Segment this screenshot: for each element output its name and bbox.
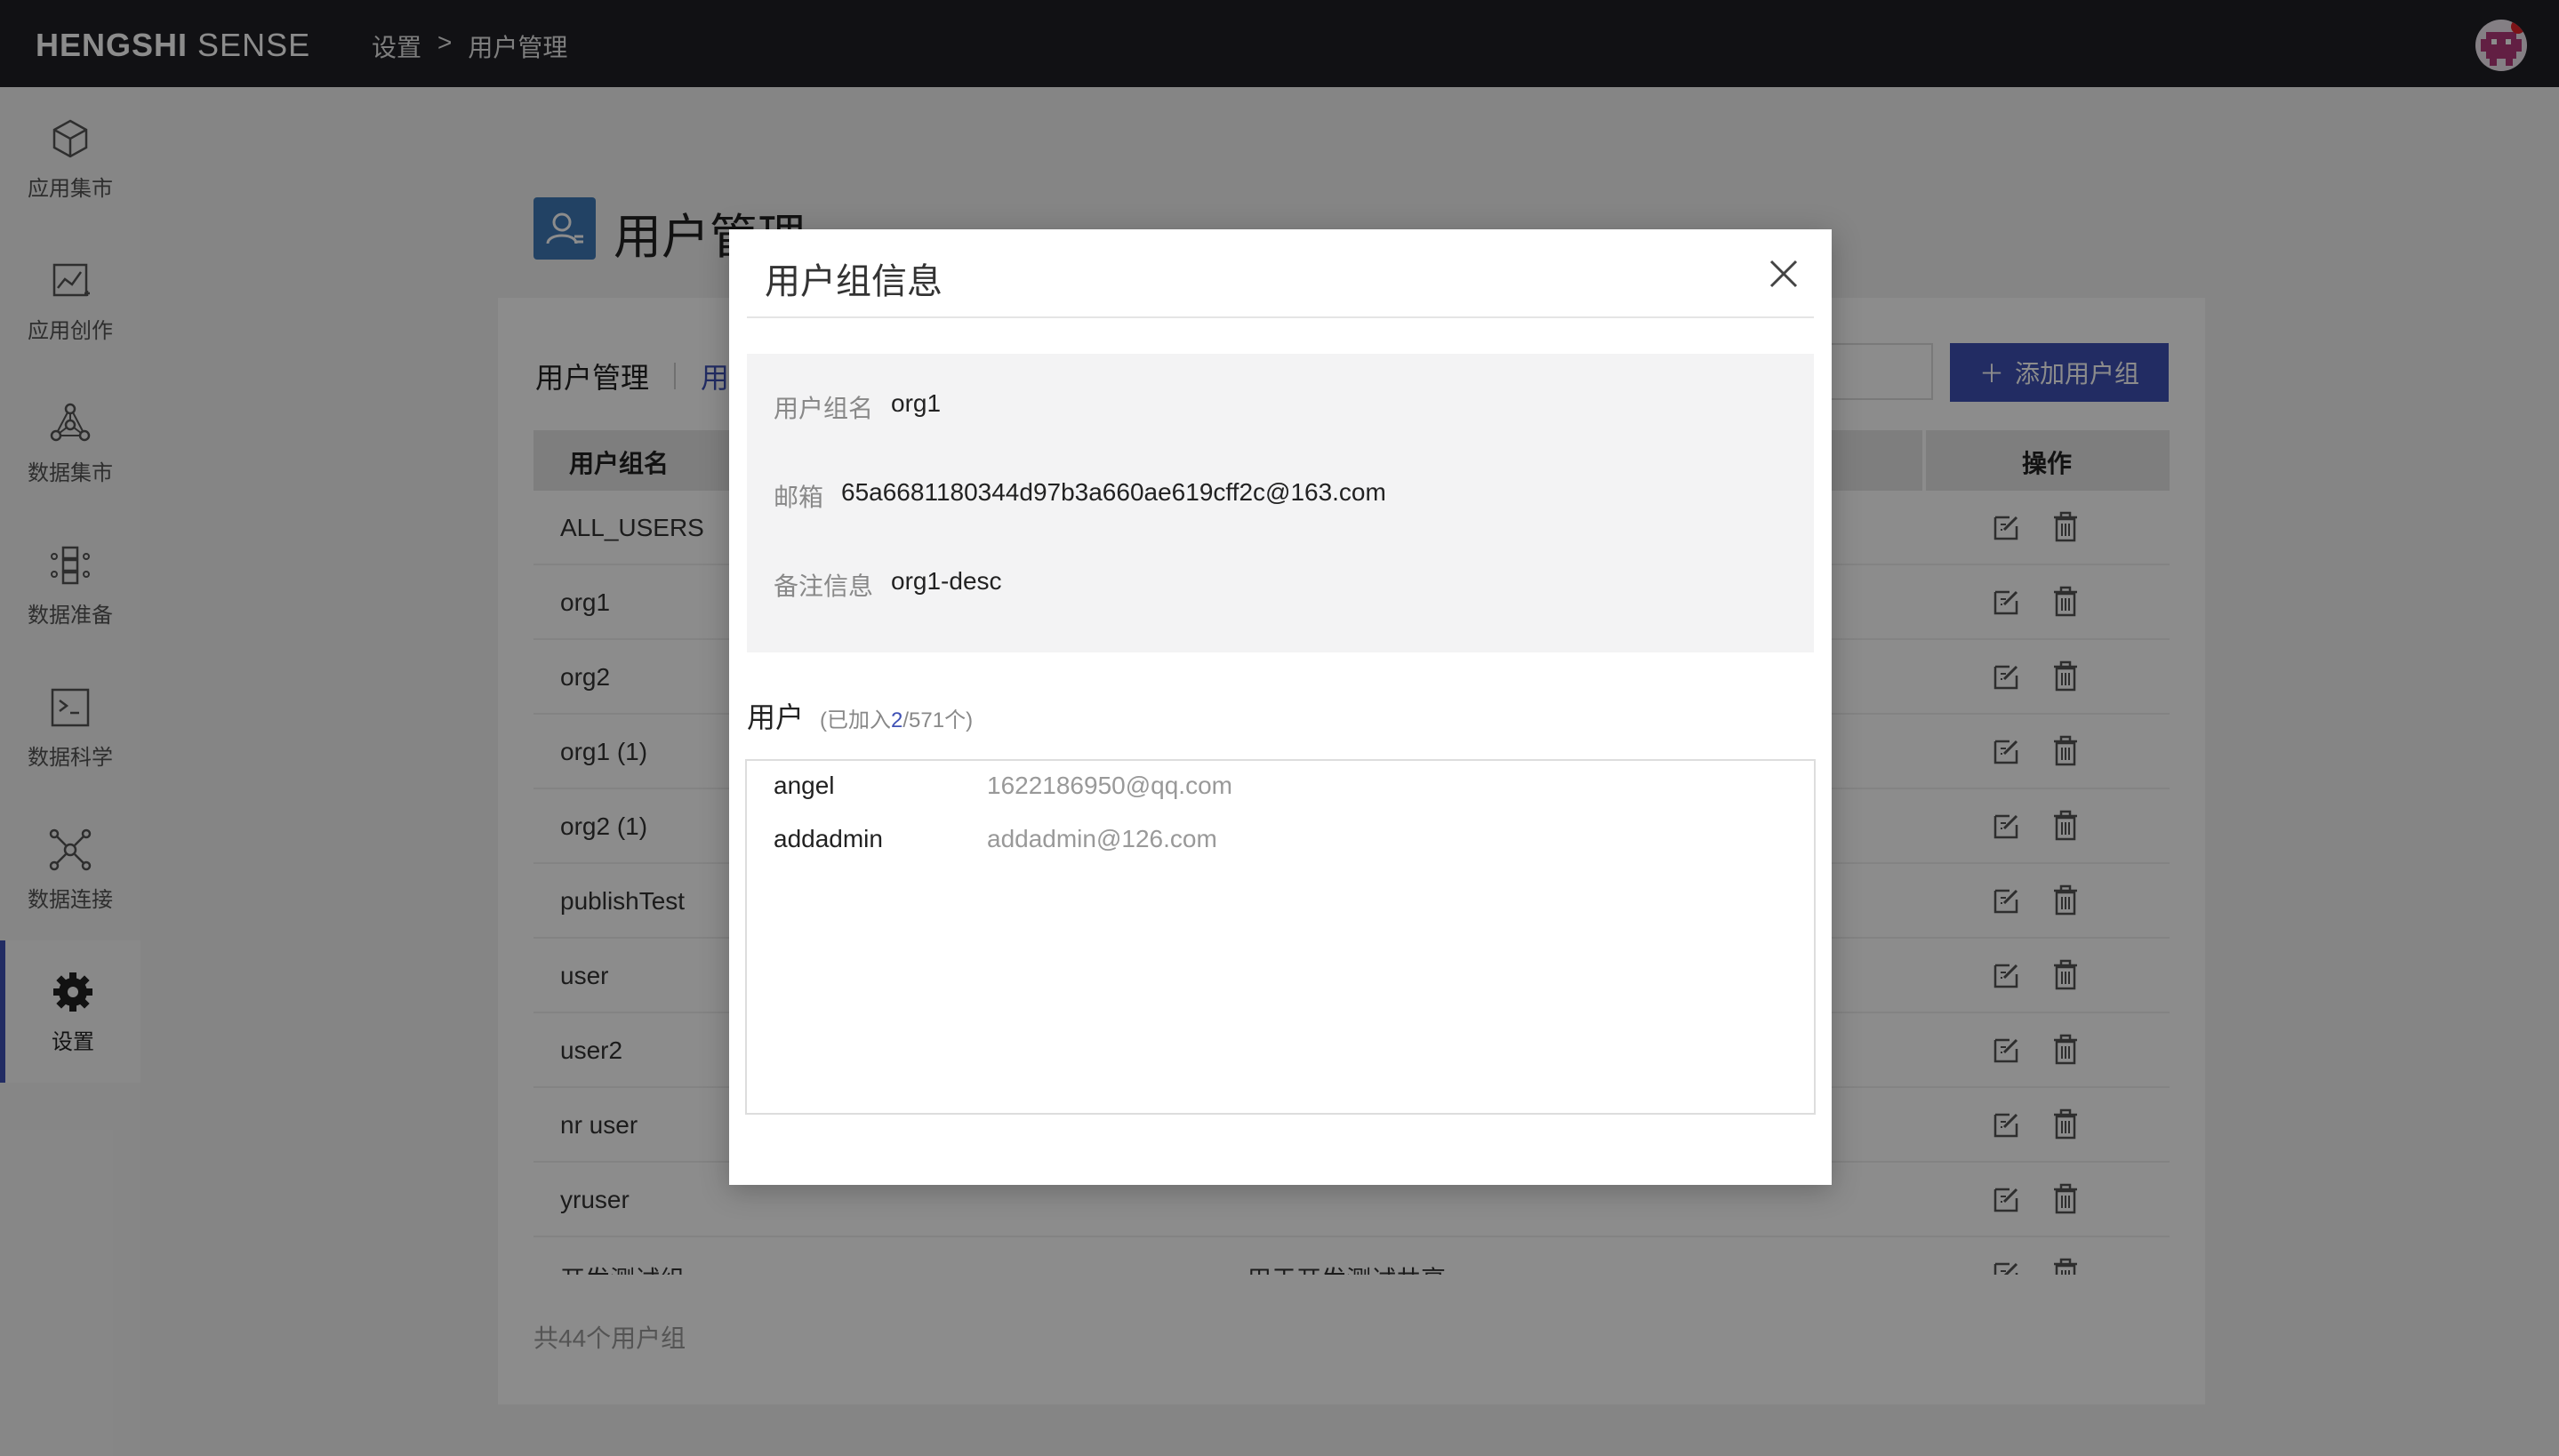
users-count: (已加入2/571个) (820, 708, 974, 732)
users-list[interactable]: angel 1622186950@qq.com addadmin addadmi… (745, 759, 1816, 1115)
users-section-title: 用户 (747, 701, 805, 733)
dialog-divider (747, 316, 1814, 318)
group-name-value: org1 (891, 389, 942, 417)
group-info-box: 用户组名 org1 邮箱 65a6681180344d97b3a660ae619… (747, 354, 1814, 652)
user-group-info-dialog: 用户组信息 用户组名 org1 邮箱 65a6681180344d97b3a66… (729, 229, 1832, 1185)
close-icon[interactable] (1764, 254, 1803, 293)
group-note-line: 备注信息 org1-desc (774, 567, 1002, 603)
group-name-line: 用户组名 org1 (774, 389, 941, 425)
users-section-header: 用户 (已加入2/571个) (747, 695, 973, 736)
group-note-label: 备注信息 (774, 572, 874, 600)
dialog-title: 用户组信息 (765, 262, 943, 301)
group-note-value: org1-desc (891, 567, 1002, 595)
group-email-label: 邮箱 (774, 484, 824, 511)
user-name: angel (774, 772, 835, 799)
user-email: addadmin@126.com (987, 825, 1217, 852)
group-email-line: 邮箱 65a6681180344d97b3a660ae619cff2c@163.… (774, 478, 1386, 514)
group-name-label: 用户组名 (774, 395, 874, 422)
group-email-value: 65a6681180344d97b3a660ae619cff2c@163.com (841, 478, 1386, 506)
user-email: 1622186950@qq.com (987, 772, 1232, 799)
user-name: addadmin (774, 825, 883, 852)
